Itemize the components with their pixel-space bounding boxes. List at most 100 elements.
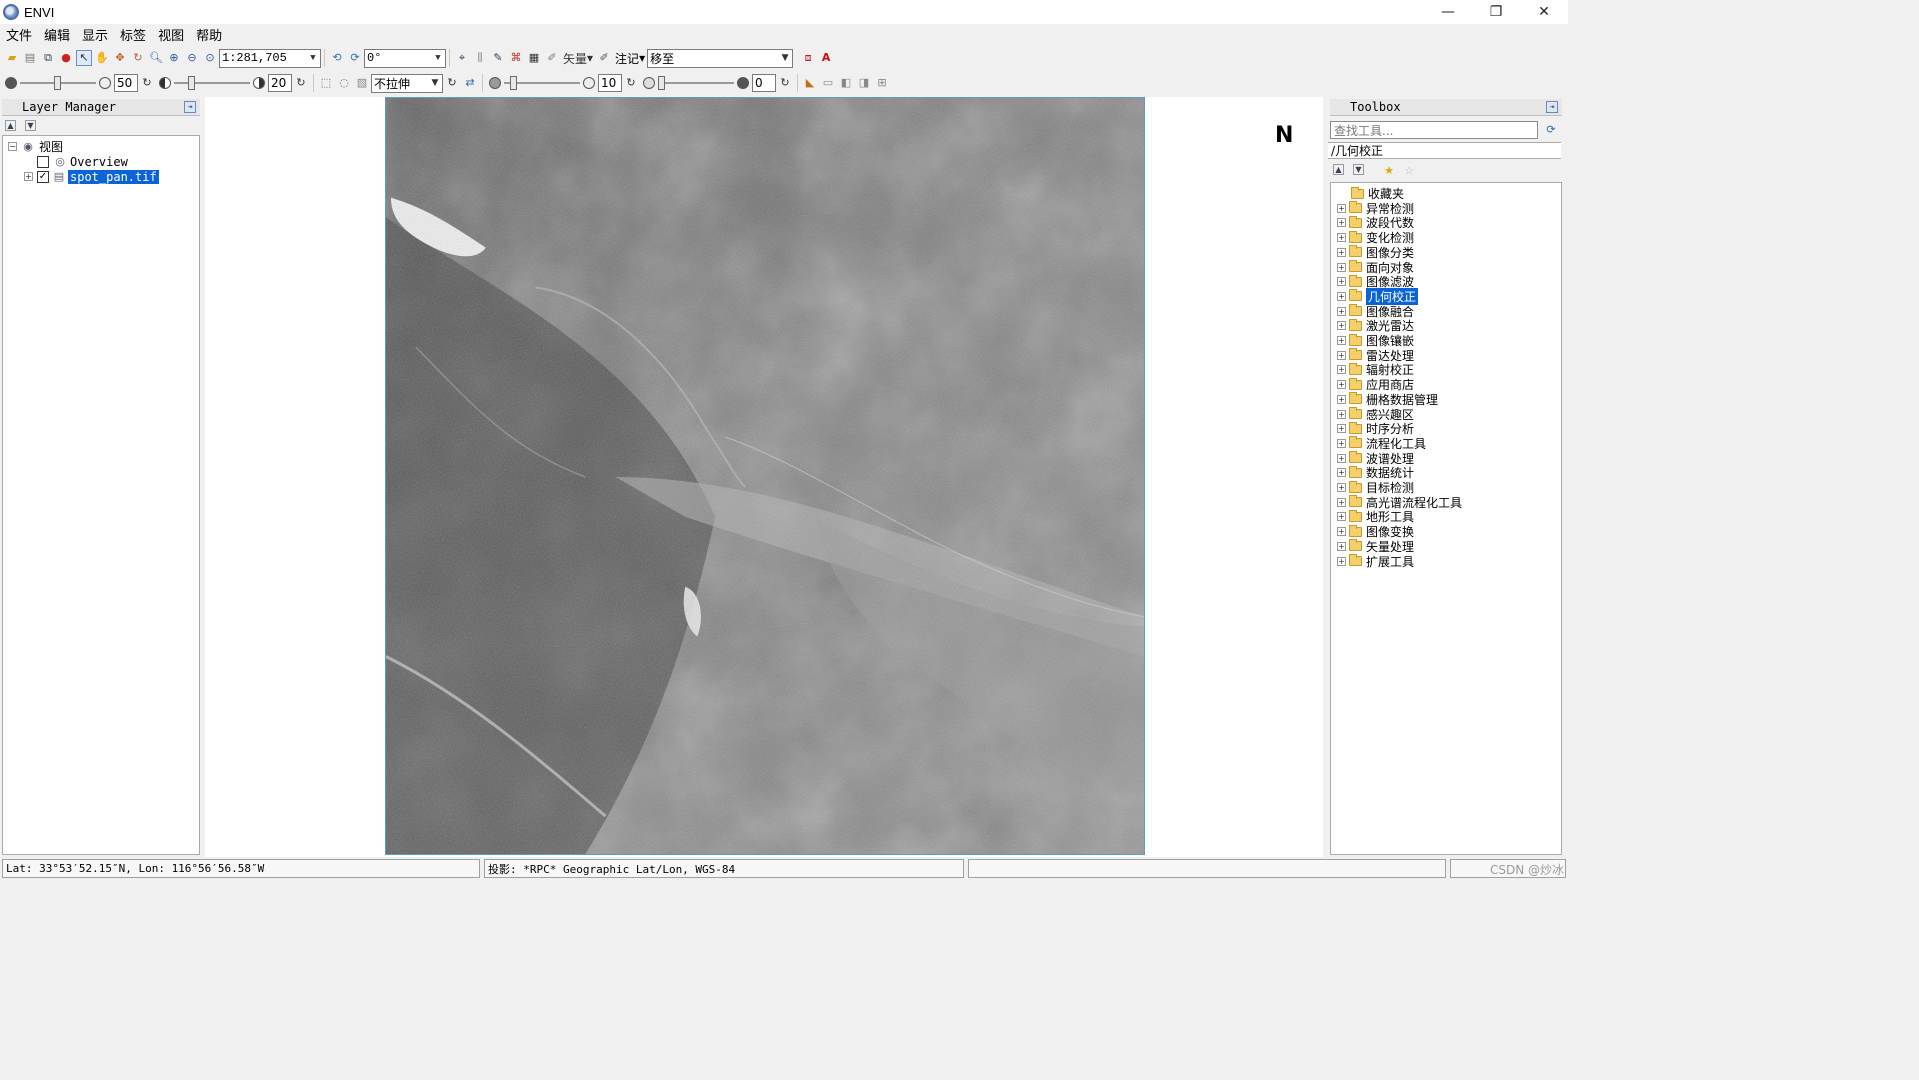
- zoom-icon[interactable]: 🔍︎: [148, 50, 164, 66]
- expand-icon[interactable]: +: [1337, 380, 1346, 390]
- panel-pin-icon[interactable]: ⇥: [1546, 101, 1558, 113]
- menu-edit[interactable]: 编辑: [38, 25, 76, 44]
- expand-icon[interactable]: +: [1337, 453, 1346, 463]
- stretch-type-icon[interactable]: ▧: [354, 75, 370, 91]
- restore-button[interactable]: ❐: [1472, 0, 1520, 24]
- layer-item-spot-pan[interactable]: + ✓ ▤ spot_pan.tif: [24, 169, 159, 184]
- zoom-out-icon[interactable]: ⊖: [184, 50, 200, 66]
- toolbox-item[interactable]: + 扩展工具: [1337, 554, 1414, 569]
- annotation-icon[interactable]: ✐: [596, 50, 612, 66]
- remove-favorite-icon[interactable]: ☆: [1401, 163, 1417, 179]
- expand-icon[interactable]: +: [1337, 277, 1346, 287]
- stretch-circle-icon[interactable]: ◌: [336, 75, 352, 91]
- expand-icon[interactable]: +: [1337, 541, 1346, 551]
- sharpen-slider[interactable]: [504, 75, 580, 91]
- sharpen-input[interactable]: 10: [598, 74, 622, 92]
- transparency-slider[interactable]: [658, 75, 734, 91]
- menu-help[interactable]: 帮助: [190, 25, 228, 44]
- expand-icon[interactable]: +: [1337, 394, 1346, 404]
- reset-icon[interactable]: ↻: [777, 75, 793, 91]
- annotation-dropdown[interactable]: 注记 ▾: [615, 50, 645, 67]
- panel-pin-icon[interactable]: ⇥: [184, 101, 196, 113]
- collapse-all-icon[interactable]: ▼: [1353, 164, 1364, 175]
- spectral-profile-icon[interactable]: ⫼: [472, 50, 488, 66]
- expand-icon[interactable]: +: [1337, 321, 1346, 331]
- reset-icon[interactable]: ↻: [293, 75, 309, 91]
- reset-icon[interactable]: ↻: [623, 75, 639, 91]
- expand-icon[interactable]: +: [1337, 409, 1346, 419]
- expand-icon[interactable]: +: [1337, 203, 1346, 213]
- image-view[interactable]: N: [205, 97, 1323, 857]
- roi-icon[interactable]: ⌘: [508, 50, 524, 66]
- expand-icon[interactable]: +: [1337, 556, 1346, 566]
- measure-icon[interactable]: ✎: [490, 50, 506, 66]
- brightness-input[interactable]: 50: [114, 74, 138, 92]
- expand-icon[interactable]: +: [1337, 336, 1346, 345]
- close-button[interactable]: ✕: [1520, 0, 1568, 24]
- expand-icon[interactable]: +: [1337, 262, 1346, 272]
- pan-hand-icon[interactable]: ✋: [94, 50, 110, 66]
- contrast-slider[interactable]: [174, 75, 250, 91]
- rotate-icon[interactable]: ↻: [130, 50, 146, 66]
- collapse-all-icon[interactable]: ▼: [25, 120, 36, 131]
- expand-icon[interactable]: +: [1337, 350, 1346, 360]
- reset-icon[interactable]: ↻: [444, 75, 460, 91]
- chip-icon[interactable]: ⧈: [800, 50, 816, 66]
- add-favorite-icon[interactable]: ★: [1381, 163, 1397, 179]
- refresh-icon[interactable]: ⟳: [1543, 122, 1559, 138]
- layer-item-overview[interactable]: ◎ Overview: [37, 154, 128, 169]
- brightness-slider[interactable]: [20, 75, 96, 91]
- fly-icon[interactable]: ✥: [112, 50, 128, 66]
- toolbox-search-input[interactable]: 查找工具...: [1330, 121, 1538, 139]
- satellite-image[interactable]: [385, 97, 1145, 855]
- rotation-combo[interactable]: 0° ▼: [364, 48, 446, 68]
- expand-icon[interactable]: +: [1337, 483, 1346, 492]
- expand-icon[interactable]: +: [1337, 247, 1346, 257]
- rotate-right-icon[interactable]: ⟳: [347, 50, 363, 66]
- expand-icon[interactable]: +: [1337, 424, 1346, 434]
- zoom-scale-combo[interactable]: 1:281,705 ▼: [219, 48, 321, 68]
- menu-view[interactable]: 视图: [152, 25, 190, 44]
- expand-icon[interactable]: +: [1337, 291, 1346, 301]
- expand-all-icon[interactable]: ▲: [1333, 164, 1344, 175]
- vector-dropdown[interactable]: 矢量 ▾: [563, 50, 593, 67]
- zoom-full-icon[interactable]: ⊙: [202, 50, 218, 66]
- transparency-input[interactable]: 0: [752, 74, 776, 92]
- view-split-icon[interactable]: ⊞: [874, 75, 890, 91]
- expand-icon[interactable]: +: [1337, 233, 1346, 243]
- export-icon[interactable]: A: [818, 50, 834, 66]
- stretch-combo[interactable]: 不拉伸 ▼: [371, 73, 443, 93]
- expand-icon[interactable]: +: [1337, 527, 1346, 537]
- blend-icon[interactable]: ▭: [820, 75, 836, 91]
- minimize-button[interactable]: —: [1424, 0, 1472, 24]
- collapse-icon[interactable]: −: [8, 142, 17, 151]
- spot-pan-checkbox[interactable]: ✓: [37, 170, 49, 183]
- menu-label[interactable]: 标签: [114, 25, 152, 44]
- rotate-left-icon[interactable]: ⟲: [329, 50, 345, 66]
- expand-icon[interactable]: +: [1337, 468, 1346, 478]
- portal-icon[interactable]: ◣: [802, 75, 818, 91]
- location-pin-icon[interactable]: ●: [58, 50, 74, 66]
- expand-icon[interactable]: +: [24, 172, 33, 181]
- data-manager-icon[interactable]: ▤: [22, 50, 38, 66]
- expand-icon[interactable]: +: [1337, 365, 1346, 375]
- expand-icon[interactable]: +: [1337, 306, 1346, 316]
- flicker-icon[interactable]: ◧: [838, 75, 854, 91]
- crosshair-icon[interactable]: ⌖: [454, 50, 470, 66]
- histogram-icon[interactable]: ▦: [526, 50, 542, 66]
- overview-checkbox[interactable]: [37, 155, 49, 168]
- menu-file[interactable]: 文件: [0, 25, 38, 44]
- select-cursor-icon[interactable]: ↖: [76, 50, 92, 66]
- vector-icon[interactable]: ✐: [544, 50, 560, 66]
- reset-icon[interactable]: ↻: [139, 75, 155, 91]
- tree-root-view[interactable]: − ◉ 视图: [8, 139, 63, 154]
- zoom-in-icon[interactable]: ⊕: [166, 50, 182, 66]
- expand-icon[interactable]: +: [1337, 218, 1346, 228]
- expand-icon[interactable]: +: [1337, 512, 1346, 522]
- open-file-icon[interactable]: ▰: [4, 50, 20, 66]
- swipe-icon[interactable]: ◨: [856, 75, 872, 91]
- goto-combo[interactable]: 移至 ▼: [647, 48, 794, 68]
- expand-all-icon[interactable]: ▲: [5, 120, 16, 131]
- menu-display[interactable]: 显示: [76, 25, 114, 44]
- contrast-input[interactable]: 20: [268, 74, 292, 92]
